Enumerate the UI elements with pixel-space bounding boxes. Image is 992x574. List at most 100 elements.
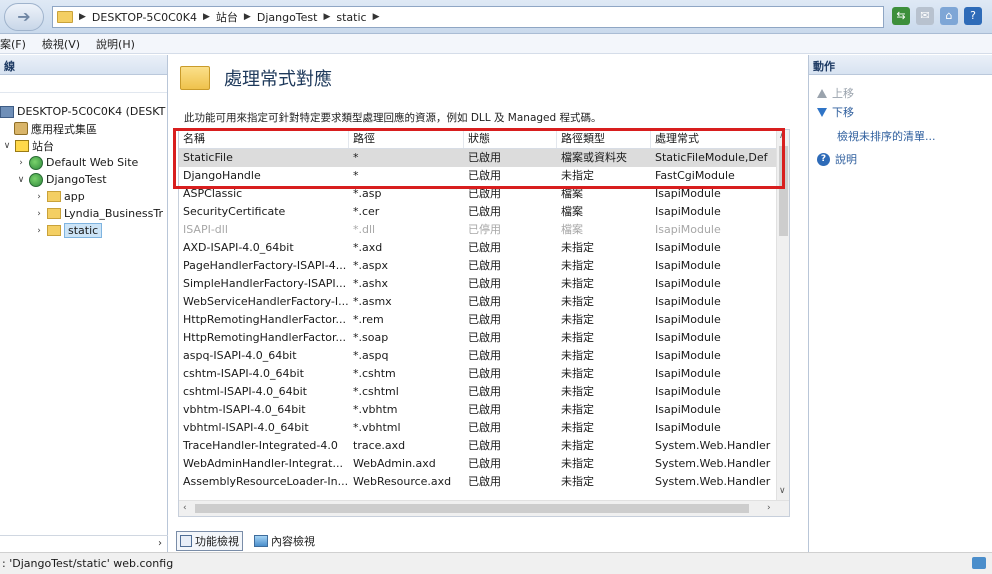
breadcrumb-site[interactable]: DjangoTest bbox=[257, 11, 318, 24]
chevron-right-icon[interactable]: › bbox=[34, 226, 44, 236]
chevron-down-icon[interactable]: ∨ bbox=[779, 486, 786, 496]
mail-icon[interactable]: ✉ bbox=[916, 7, 934, 25]
table-cell: IsapiModule bbox=[655, 223, 721, 236]
table-cell: *.rem bbox=[353, 313, 384, 326]
help-action[interactable]: ? 說明 bbox=[817, 151, 857, 167]
tree-item-server[interactable]: DESKTOP-5C0C0K4 (DESKT bbox=[0, 103, 165, 120]
breadcrumb-sites[interactable]: 站台 bbox=[216, 9, 238, 25]
move-down-action[interactable]: 下移 bbox=[817, 104, 854, 120]
table-cell: *.cshtml bbox=[353, 385, 399, 398]
tree-item-static[interactable]: › static bbox=[34, 222, 103, 239]
network-icon[interactable]: ⇆ bbox=[892, 7, 910, 25]
table-cell: IsapiModule bbox=[655, 295, 721, 308]
tree-item-sites[interactable]: ∨ 站台 bbox=[2, 137, 54, 154]
table-cell: TraceHandler-Integrated-4.0 bbox=[183, 439, 338, 452]
table-cell: *.aspx bbox=[353, 259, 388, 272]
table-cell: 未指定 bbox=[561, 457, 594, 470]
table-cell: 已啟用 bbox=[468, 367, 501, 380]
table-cell: 未指定 bbox=[561, 475, 594, 488]
tree-item-app-pools[interactable]: 應用程式集區 bbox=[14, 120, 97, 137]
table-row[interactable]: AssemblyResourceLoader-In... WebResource.… bbox=[179, 473, 779, 491]
table-cell: aspq-ISAPI-4.0_64bit bbox=[183, 349, 297, 362]
table-row[interactable]: HttpRemotingHandlerFactor... *.rem 已啟用 未指定 I… bbox=[179, 311, 779, 329]
tree-item-djangotest[interactable]: ∨ DjangoTest bbox=[16, 171, 107, 188]
tree-item-app[interactable]: › app bbox=[34, 188, 85, 205]
table-cell: 已啟用 bbox=[468, 277, 501, 290]
view-unordered-list-action[interactable]: 檢視未排序的清單... bbox=[837, 128, 936, 144]
breadcrumb[interactable]: ▶ DESKTOP-5C0C0K4 ▶ 站台 ▶ DjangoTest ▶ st… bbox=[52, 6, 884, 28]
table-cell: AssemblyResourceLoader-In... bbox=[183, 475, 349, 488]
tab-label: 功能檢視 bbox=[195, 535, 239, 548]
table-cell: *.cer bbox=[353, 205, 380, 218]
home-icon[interactable]: ⌂ bbox=[940, 7, 958, 25]
tab-features-view[interactable]: 功能檢視 bbox=[176, 531, 243, 551]
breadcrumb-folder[interactable]: static bbox=[336, 11, 366, 24]
scrollbar-thumb[interactable] bbox=[195, 504, 749, 513]
table-cell: IsapiModule bbox=[655, 367, 721, 380]
table-row[interactable]: vbhtml-ISAPI-4.0_64bit *.vbhtml 已啟用 未指定 Isap… bbox=[179, 419, 779, 437]
chevron-right-icon[interactable]: › bbox=[767, 503, 771, 513]
breadcrumb-server[interactable]: DESKTOP-5C0C0K4 bbox=[92, 11, 197, 24]
help-icon[interactable]: ? bbox=[964, 7, 982, 25]
horizontal-scrollbar[interactable]: › bbox=[0, 535, 168, 552]
table-cell: 已啟用 bbox=[468, 421, 501, 434]
table-cell: 未指定 bbox=[561, 295, 594, 308]
table-cell: HttpRemotingHandlerFactor... bbox=[183, 313, 347, 326]
table-row[interactable]: PageHandlerFactory-ISAPI-4... *.aspx 已啟用 未指… bbox=[179, 257, 779, 275]
chevron-down-icon[interactable]: ∨ bbox=[16, 175, 26, 185]
tree-item-default-web-site[interactable]: › Default Web Site bbox=[16, 154, 138, 171]
table-row[interactable]: SecurityCertificate *.cer 已啟用 檔案 IsapiModule bbox=[179, 203, 779, 221]
table-row[interactable]: WebAdminHandler-Integrat... WebAdmin.axd 已… bbox=[179, 455, 779, 473]
table-cell: 已啟用 bbox=[468, 331, 501, 344]
table-row[interactable]: cshtm-ISAPI-4.0_64bit *.cshtm 已啟用 未指定 IsapiM… bbox=[179, 365, 779, 383]
table-cell: IsapiModule bbox=[655, 349, 721, 362]
back-arrow-icon: ➔ bbox=[17, 7, 31, 26]
network-status-icon bbox=[972, 557, 986, 569]
table-row[interactable]: SimpleHandlerFactory-ISAPI... *.ashx 已啟用 未指… bbox=[179, 275, 779, 293]
tab-content-view[interactable]: 內容檢視 bbox=[251, 532, 318, 550]
table-cell: System.Web.Handler bbox=[655, 475, 771, 488]
menu-view[interactable]: 檢視(V) bbox=[42, 36, 80, 52]
table-row[interactable]: vbhtm-ISAPI-4.0_64bit *.vbhtm 已啟用 未指定 IsapiM… bbox=[179, 401, 779, 419]
chevron-right-icon[interactable]: › bbox=[34, 192, 44, 202]
sites-icon bbox=[15, 139, 29, 152]
chevron-right-icon: ▶ bbox=[323, 12, 331, 22]
table-cell: AXD-ISAPI-4.0_64bit bbox=[183, 241, 294, 254]
tree-item-lyndia[interactable]: › Lyndia_BusinessTr bbox=[34, 205, 163, 222]
folder-icon bbox=[47, 208, 61, 219]
chevron-down-icon[interactable]: ∨ bbox=[2, 141, 12, 151]
horizontal-scrollbar[interactable]: ‹ › bbox=[179, 500, 789, 516]
table-cell: trace.axd bbox=[353, 439, 406, 452]
table-cell: 已啟用 bbox=[468, 205, 501, 218]
chevron-right-icon[interactable]: › bbox=[16, 158, 26, 168]
page-description: 此功能可用來指定可針對特定要求類型處理回應的資源，例如 DLL 及 Manage… bbox=[184, 112, 602, 124]
table-row[interactable]: ISAPI-dll *.dll 已停用 檔案 IsapiModule bbox=[179, 221, 779, 239]
table-row[interactable]: HttpRemotingHandlerFactor... *.soap 已啟用 未指定… bbox=[179, 329, 779, 347]
table-cell: System.Web.Handler bbox=[655, 457, 771, 470]
table-row[interactable]: aspq-ISAPI-4.0_64bit *.aspq 已啟用 未指定 IsapiMod… bbox=[179, 347, 779, 365]
tree-label: DESKTOP-5C0C0K4 (DESKT bbox=[17, 105, 166, 118]
table-cell: 已啟用 bbox=[468, 295, 501, 308]
chevron-right-icon[interactable]: › bbox=[158, 538, 162, 549]
table-cell: 未指定 bbox=[561, 367, 594, 380]
table-row[interactable]: cshtml-ISAPI-4.0_64bit *.cshtml 已啟用 未指定 Isap… bbox=[179, 383, 779, 401]
chevron-right-icon[interactable]: › bbox=[34, 209, 44, 219]
table-cell: 已啟用 bbox=[468, 457, 501, 470]
table-cell: IsapiModule bbox=[655, 277, 721, 290]
table-cell: *.soap bbox=[353, 331, 389, 344]
table-cell: 未指定 bbox=[561, 241, 594, 254]
table-cell: *.cshtm bbox=[353, 367, 396, 380]
connections-header: 線 bbox=[0, 55, 167, 75]
action-label: 檢視未排序的清單... bbox=[837, 130, 936, 143]
table-row[interactable]: AXD-ISAPI-4.0_64bit *.axd 已啟用 未指定 IsapiModul… bbox=[179, 239, 779, 257]
tree-label: Default Web Site bbox=[46, 156, 139, 169]
chevron-left-icon[interactable]: ‹ bbox=[183, 503, 187, 513]
table-row[interactable]: TraceHandler-Integrated-4.0 trace.axd 已啟用 未… bbox=[179, 437, 779, 455]
table-cell: IsapiModule bbox=[655, 259, 721, 272]
menu-help[interactable]: 說明(H) bbox=[96, 36, 135, 52]
table-cell: cshtml-ISAPI-4.0_64bit bbox=[183, 385, 307, 398]
table-row[interactable]: WebServiceHandlerFactory-I... *.asmx 已啟用 未指… bbox=[179, 293, 779, 311]
move-up-action[interactable]: 上移 bbox=[817, 85, 854, 101]
back-button[interactable]: ➔ bbox=[4, 3, 44, 31]
menu-file[interactable]: 案(F) bbox=[0, 36, 26, 52]
